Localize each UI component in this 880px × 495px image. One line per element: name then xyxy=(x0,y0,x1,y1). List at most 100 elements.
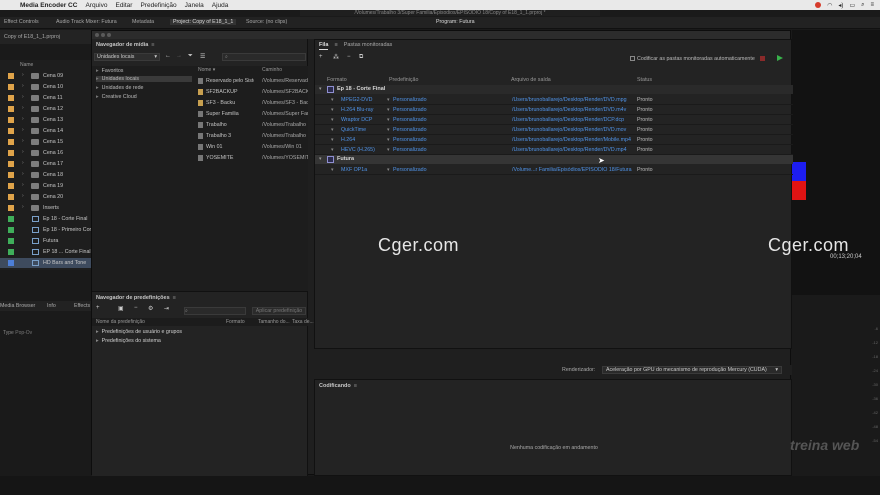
project-item[interactable]: › Cena 11 xyxy=(0,93,92,103)
add-output-icon[interactable]: ⁂ xyxy=(333,54,339,61)
output-format[interactable]: H.264 Blu-ray xyxy=(341,107,373,113)
dropdown-arrow-icon[interactable]: ▾ xyxy=(387,137,390,143)
output-preset[interactable]: Personalizado xyxy=(393,167,427,173)
tab-program[interactable]: Program: Futura xyxy=(436,19,475,25)
filter-icon[interactable]: ⏷ xyxy=(188,53,193,60)
output-format[interactable]: MXF OP1a xyxy=(341,167,367,173)
dropdown-arrow-icon[interactable]: ▾ xyxy=(331,127,334,133)
add-source-icon[interactable]: + xyxy=(319,54,323,60)
auto-encode-checkbox[interactable]: Codificar as pastas monitoradas automati… xyxy=(630,56,755,62)
project-item[interactable]: HD Bars and Tone xyxy=(0,258,92,268)
expand-arrow-icon[interactable]: ▾ xyxy=(319,156,322,162)
zoom-window-icon[interactable] xyxy=(107,33,111,37)
expand-arrow-icon[interactable]: › xyxy=(22,72,24,78)
remove-icon[interactable]: − xyxy=(347,54,351,60)
output-preset[interactable]: Personalizado xyxy=(393,107,427,113)
tab-effect-controls[interactable]: Effect Controls xyxy=(4,19,39,25)
menu-janela[interactable]: Janela xyxy=(185,2,204,9)
expand-arrow-icon[interactable]: › xyxy=(22,94,24,100)
start-queue-button[interactable] xyxy=(777,55,783,61)
project-item[interactable]: › Cena 16 xyxy=(0,148,92,158)
location-dropdown[interactable]: Unidades locais ▾ xyxy=(94,53,160,61)
file-row[interactable]: SF3 - Backu/Volumes/SF3 - Bac xyxy=(196,98,308,108)
import-preset-icon[interactable]: ⇥ xyxy=(164,305,169,312)
tab-metadata[interactable]: Metadata xyxy=(132,19,154,25)
project-item[interactable]: Ep 18 - Primeiro Cor xyxy=(0,225,92,235)
stop-queue-button[interactable] xyxy=(760,56,765,61)
expand-arrow-icon[interactable]: › xyxy=(22,83,24,89)
queue-output-row[interactable]: ▾ QuickTime ▾ Personalizado/Users/brunoball… xyxy=(315,125,793,135)
tab-pastas-monitoradas[interactable]: Pastas monitoradas xyxy=(344,42,393,50)
queue-output-row[interactable]: ▾ MPEG2-DVD ▾ Personalizado/Users/brunoball… xyxy=(315,95,793,105)
dropdown-arrow-icon[interactable]: ▾ xyxy=(387,167,390,173)
queue-col-status[interactable]: Status xyxy=(637,77,652,83)
output-format[interactable]: MPEG2-DVD xyxy=(341,97,373,103)
add-preset-icon[interactable]: + xyxy=(96,305,100,311)
preset-group-user[interactable]: ▸ Predefinições de usuário e grupos xyxy=(96,329,182,335)
forward-arrow-icon[interactable]: → xyxy=(176,53,182,59)
project-item[interactable]: › Cena 13 xyxy=(0,115,92,125)
output-file[interactable]: /Users/brunoballarejo/Desktop/Render/DCP… xyxy=(512,117,632,123)
queue-source-item[interactable]: ▾ Futura xyxy=(315,155,793,164)
preset-group-system[interactable]: ▸ Predefinições do sistema xyxy=(96,338,161,344)
tab-fila[interactable]: Fila xyxy=(319,42,329,50)
output-preset[interactable]: Personalizado xyxy=(393,137,427,143)
file-row[interactable]: Trabalho 3/Volumes/Trabalho xyxy=(196,131,308,141)
tree-unidades-locais[interactable]: ▸ Unidades locais xyxy=(96,76,192,82)
close-window-icon[interactable] xyxy=(95,33,99,37)
expand-arrow-icon[interactable]: › xyxy=(22,160,24,166)
duplicate-icon[interactable]: ⧉ xyxy=(359,54,363,61)
project-item[interactable]: › Cena 09 xyxy=(0,71,92,81)
app-menu[interactable]: Media Encoder CC xyxy=(20,2,77,9)
panel-menu-icon[interactable]: ≡ xyxy=(354,383,357,389)
delete-preset-icon[interactable]: − xyxy=(134,305,138,311)
back-arrow-icon[interactable]: ← xyxy=(165,53,171,59)
menu-arquivo[interactable]: Arquivo xyxy=(85,2,107,9)
renderer-dropdown[interactable]: Aceleração por GPU do mecanismo de repro… xyxy=(602,366,782,374)
dropdown-arrow-icon[interactable]: ▾ xyxy=(387,127,390,133)
menu-ajuda[interactable]: Ajuda xyxy=(212,2,229,9)
project-item[interactable]: › Cena 17 xyxy=(0,159,92,169)
project-item[interactable]: › Cena 19 xyxy=(0,181,92,191)
record-icon[interactable] xyxy=(815,2,822,8)
file-row[interactable]: Super Familia/Volumes/Super Fam xyxy=(196,109,308,119)
output-preset[interactable]: Personalizado xyxy=(393,97,427,103)
file-col-name[interactable]: Nome ▾ xyxy=(198,67,215,73)
panel-menu-icon[interactable]: ≡ xyxy=(173,295,176,301)
dropdown-arrow-icon[interactable]: ▾ xyxy=(387,97,390,103)
menu-list-icon[interactable]: ≡ xyxy=(870,2,874,8)
dropdown-arrow-icon[interactable]: ▾ xyxy=(331,97,334,103)
dropdown-arrow-icon[interactable]: ▾ xyxy=(331,117,334,123)
tree-unidades-de-rede[interactable]: ▸ Unidades de rede xyxy=(96,85,144,91)
menu-editar[interactable]: Editar xyxy=(115,2,132,9)
output-format[interactable]: H.264 xyxy=(341,137,355,143)
dropdown-arrow-icon[interactable]: ▾ xyxy=(387,147,390,153)
output-file[interactable]: /Volume...r Familia/Episódios/EPISODIO 1… xyxy=(512,167,632,173)
tab-source[interactable]: Source: (no clips) xyxy=(246,19,287,25)
file-row[interactable]: Win 01/Volumes/Win 01 xyxy=(196,142,308,152)
project-item[interactable]: › Inserts xyxy=(0,203,92,213)
queue-source-item[interactable]: ▾ Ep 18 - Corte Final xyxy=(315,85,793,94)
project-item[interactable]: EP 18 ... Corte Final xyxy=(0,247,92,257)
expand-arrow-icon[interactable]: › xyxy=(22,127,24,133)
output-format[interactable]: HEVC (H.265) xyxy=(341,147,375,153)
output-file[interactable]: /Users/brunoballarejo/Desktop/Render/DVD… xyxy=(512,127,632,133)
preset-search-input[interactable]: ⌕ xyxy=(184,307,246,315)
preset-col-rate[interactable]: Taxa de... xyxy=(292,319,314,325)
preset-col-format[interactable]: Formato xyxy=(226,319,245,325)
expand-arrow-icon[interactable]: › xyxy=(22,171,24,177)
output-file[interactable]: /Users/brunoballarejo/Desktop/Render/DVD… xyxy=(512,97,632,103)
minimize-window-icon[interactable] xyxy=(101,33,105,37)
apply-preset-button[interactable]: Aplicar predefinição xyxy=(252,307,306,315)
file-row[interactable]: YOSEMITE/Volumes/YOSEMITE xyxy=(196,153,308,163)
tree-creative-cloud[interactable]: ▸ Creative Cloud xyxy=(96,94,137,100)
output-format[interactable]: QuickTime xyxy=(341,127,366,133)
queue-output-row[interactable]: ▾ H.264 ▾ Personalizado/Users/brunoballarej… xyxy=(315,135,793,145)
expand-arrow-icon[interactable]: › xyxy=(22,204,24,210)
expand-arrow-icon[interactable]: › xyxy=(22,193,24,199)
file-col-path[interactable]: Caminho xyxy=(262,67,282,73)
expand-arrow-icon[interactable]: ▾ xyxy=(319,86,322,92)
queue-col-output[interactable]: Arquivo de saída xyxy=(511,77,551,83)
expand-arrow-icon[interactable]: › xyxy=(22,105,24,111)
dropdown-arrow-icon[interactable]: ▾ xyxy=(331,147,334,153)
